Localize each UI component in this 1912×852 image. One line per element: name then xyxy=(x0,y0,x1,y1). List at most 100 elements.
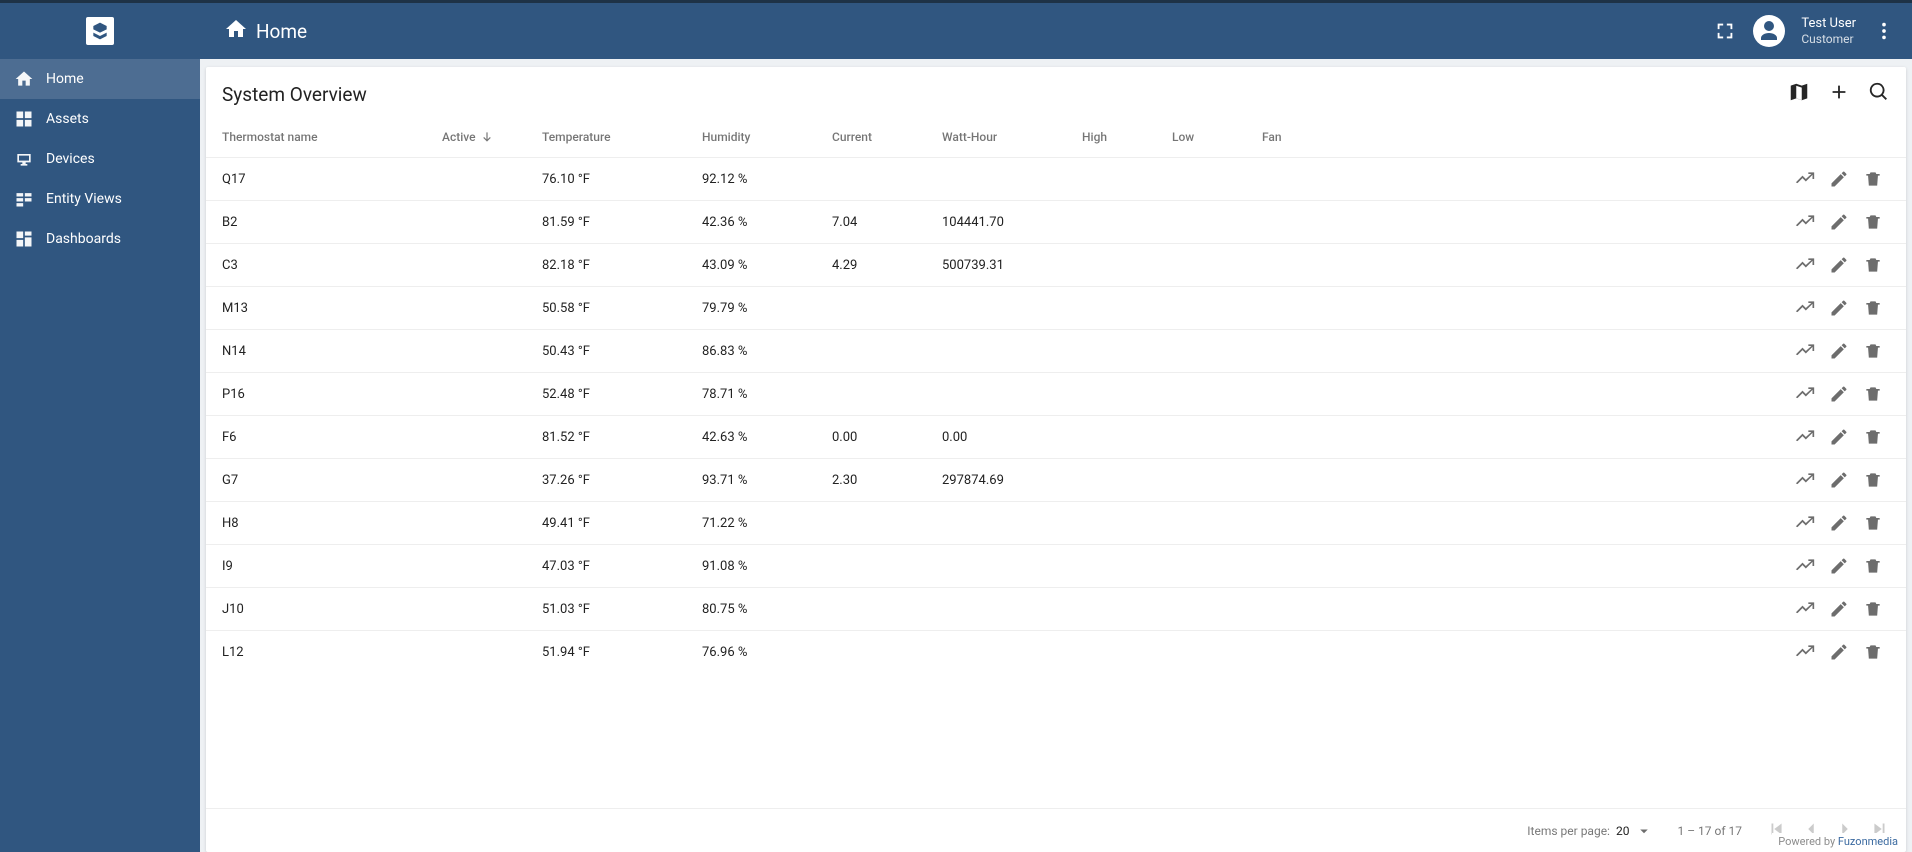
table-row[interactable]: G737.26 °F93.71 %2.30297874.69 xyxy=(206,458,1906,501)
cell-current: 2.30 xyxy=(832,473,942,488)
cell-temperature: 81.59 °F xyxy=(542,215,702,230)
table-row[interactable]: N1450.43 °F86.83 % xyxy=(206,329,1906,372)
trend-button[interactable] xyxy=(1788,470,1822,490)
col-humidity[interactable]: Humidity xyxy=(702,130,832,144)
delete-button[interactable] xyxy=(1856,212,1890,232)
footer-brand-link[interactable]: Fuzonmedia xyxy=(1838,835,1898,848)
cell-humidity: 76.96 % xyxy=(702,645,832,660)
cell-name: M13 xyxy=(222,301,442,316)
table-row[interactable]: M1350.58 °F79.79 % xyxy=(206,286,1906,329)
trend-button[interactable] xyxy=(1788,169,1822,189)
cell-name: Q17 xyxy=(222,172,442,187)
delete-button[interactable] xyxy=(1856,298,1890,318)
edit-button[interactable] xyxy=(1822,642,1856,662)
sidebar-item-entity-views[interactable]: Entity Views xyxy=(0,179,200,219)
delete-button[interactable] xyxy=(1856,384,1890,404)
cell-current: 0.00 xyxy=(832,430,942,445)
sidebar-item-label: Home xyxy=(46,71,84,87)
sort-desc-icon xyxy=(480,130,494,144)
trend-button[interactable] xyxy=(1788,212,1822,232)
edit-button[interactable] xyxy=(1822,212,1856,232)
table-header: Thermostat name Active Temperature Humid… xyxy=(206,117,1906,157)
delete-button[interactable] xyxy=(1856,642,1890,662)
cell-temperature: 81.52 °F xyxy=(542,430,702,445)
logo-area xyxy=(0,3,200,59)
avatar[interactable] xyxy=(1753,15,1785,47)
cell-humidity: 93.71 % xyxy=(702,473,832,488)
sidebar-item-label: Assets xyxy=(46,111,89,127)
trend-button[interactable] xyxy=(1788,642,1822,662)
entity-icon xyxy=(14,189,34,209)
delete-button[interactable] xyxy=(1856,427,1890,447)
col-low[interactable]: Low xyxy=(1172,130,1262,144)
dropdown-icon[interactable] xyxy=(1635,822,1653,840)
sidebar-item-home[interactable]: Home xyxy=(0,59,200,99)
cell-humidity: 92.12 % xyxy=(702,172,832,187)
cell-humidity: 42.36 % xyxy=(702,215,832,230)
col-thermostat-name[interactable]: Thermostat name xyxy=(222,130,442,144)
add-button[interactable] xyxy=(1828,81,1850,107)
delete-button[interactable] xyxy=(1856,341,1890,361)
table-row[interactable]: I947.03 °F91.08 % xyxy=(206,544,1906,587)
delete-button[interactable] xyxy=(1856,599,1890,619)
edit-button[interactable] xyxy=(1822,556,1856,576)
more-menu-button[interactable] xyxy=(1872,19,1896,43)
cell-temperature: 47.03 °F xyxy=(542,559,702,574)
grid-icon xyxy=(14,109,34,129)
table-row[interactable]: P1652.48 °F78.71 % xyxy=(206,372,1906,415)
edit-button[interactable] xyxy=(1822,298,1856,318)
table-row[interactable]: J1051.03 °F80.75 % xyxy=(206,587,1906,630)
delete-button[interactable] xyxy=(1856,169,1890,189)
edit-button[interactable] xyxy=(1822,427,1856,447)
home-icon xyxy=(224,17,248,45)
col-current[interactable]: Current xyxy=(832,130,942,144)
col-watthour[interactable]: Watt-Hour xyxy=(942,130,1082,144)
cell-humidity: 91.08 % xyxy=(702,559,832,574)
items-per-page-value[interactable]: 20 xyxy=(1616,824,1630,838)
delete-button[interactable] xyxy=(1856,470,1890,490)
paginator-range: 1 – 17 of 17 xyxy=(1677,824,1742,838)
trend-button[interactable] xyxy=(1788,384,1822,404)
search-button[interactable] xyxy=(1868,81,1890,107)
fullscreen-button[interactable] xyxy=(1713,19,1737,43)
table-row[interactable]: H849.41 °F71.22 % xyxy=(206,501,1906,544)
edit-button[interactable] xyxy=(1822,255,1856,275)
sidebar-item-assets[interactable]: Assets xyxy=(0,99,200,139)
col-fan[interactable]: Fan xyxy=(1262,130,1352,144)
app-logo[interactable] xyxy=(86,17,114,45)
trend-button[interactable] xyxy=(1788,599,1822,619)
table-row[interactable]: B281.59 °F42.36 %7.04104441.70 xyxy=(206,200,1906,243)
col-temperature[interactable]: Temperature xyxy=(542,130,702,144)
trend-button[interactable] xyxy=(1788,427,1822,447)
edit-button[interactable] xyxy=(1822,513,1856,533)
table-row[interactable]: Q1776.10 °F92.12 % xyxy=(206,157,1906,200)
cell-temperature: 37.26 °F xyxy=(542,473,702,488)
table-row[interactable]: F681.52 °F42.63 %0.000.00 xyxy=(206,415,1906,458)
sidebar-item-dashboards[interactable]: Dashboards xyxy=(0,219,200,259)
user-name: Test User xyxy=(1801,16,1856,32)
trend-button[interactable] xyxy=(1788,341,1822,361)
edit-button[interactable] xyxy=(1822,341,1856,361)
col-active[interactable]: Active xyxy=(442,130,542,144)
table-row[interactable]: L1251.94 °F76.96 % xyxy=(206,630,1906,673)
cell-humidity: 42.63 % xyxy=(702,430,832,445)
edit-button[interactable] xyxy=(1822,384,1856,404)
delete-button[interactable] xyxy=(1856,513,1890,533)
trend-button[interactable] xyxy=(1788,513,1822,533)
sidebar-item-devices[interactable]: Devices xyxy=(0,139,200,179)
user-block[interactable]: Test User Customer xyxy=(1801,16,1856,46)
cell-temperature: 50.43 °F xyxy=(542,344,702,359)
trend-button[interactable] xyxy=(1788,298,1822,318)
edit-button[interactable] xyxy=(1822,470,1856,490)
delete-button[interactable] xyxy=(1856,255,1890,275)
delete-button[interactable] xyxy=(1856,556,1890,576)
cell-watthour: 0.00 xyxy=(942,430,1082,445)
map-button[interactable] xyxy=(1788,81,1810,107)
edit-button[interactable] xyxy=(1822,599,1856,619)
col-high[interactable]: High xyxy=(1082,130,1172,144)
edit-button[interactable] xyxy=(1822,169,1856,189)
trend-button[interactable] xyxy=(1788,255,1822,275)
trend-button[interactable] xyxy=(1788,556,1822,576)
table-row[interactable]: C382.18 °F43.09 %4.29500739.31 xyxy=(206,243,1906,286)
cell-name: L12 xyxy=(222,645,442,660)
